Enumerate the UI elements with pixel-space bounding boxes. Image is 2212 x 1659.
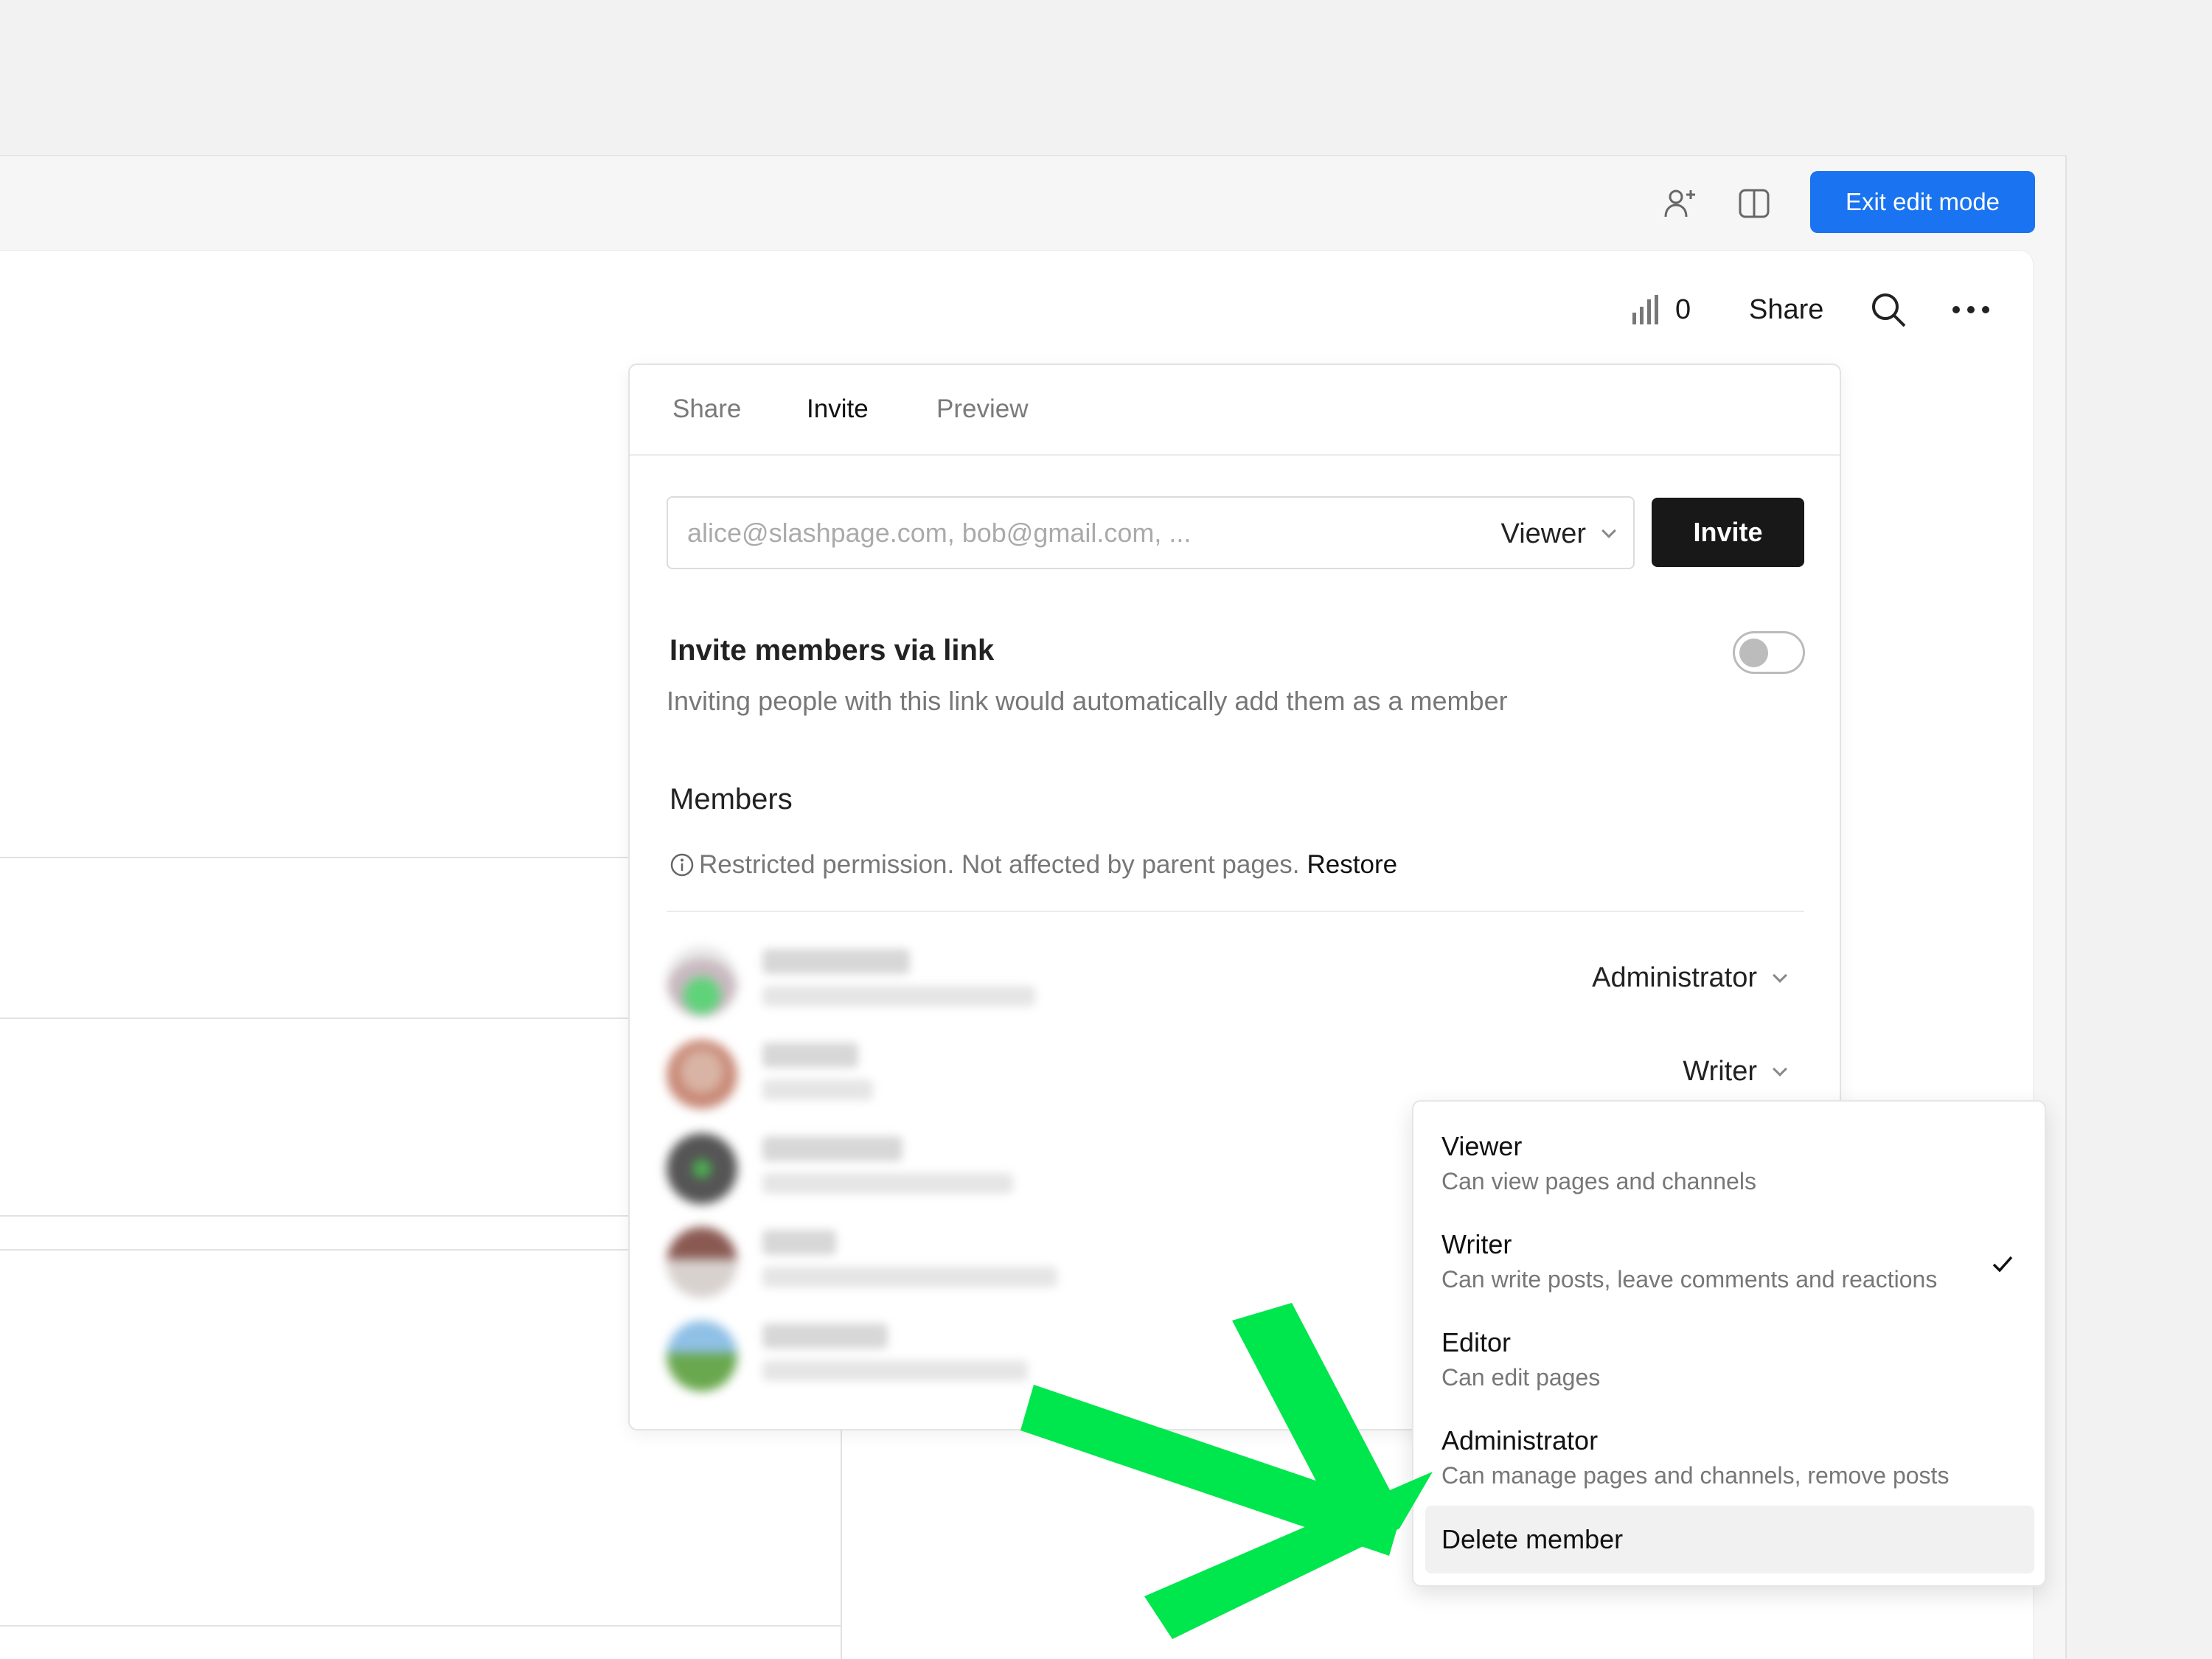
restricted-permission-notice: Restricted permission. Not affected by p… xyxy=(669,850,1397,880)
role-option-description: Can view pages and channels xyxy=(1441,1168,1756,1194)
member-name xyxy=(762,949,910,974)
role-option-description: Can edit pages xyxy=(1441,1364,1601,1391)
stats-icon xyxy=(1632,295,1658,324)
members-title: Members xyxy=(669,783,793,815)
divider xyxy=(0,1249,628,1251)
role-option-editor[interactable]: Editor Can edit pages xyxy=(1413,1327,2045,1423)
divider xyxy=(0,857,628,858)
member-role-select[interactable]: Writer xyxy=(1683,1056,1787,1088)
role-option-title: Writer xyxy=(1441,1229,1512,1259)
info-icon xyxy=(670,853,694,877)
divider xyxy=(0,1625,842,1627)
toggle-knob xyxy=(1739,639,1768,667)
avatar xyxy=(667,1227,737,1298)
avatar xyxy=(667,1040,737,1110)
invite-button[interactable]: Invite xyxy=(1652,498,1804,567)
member-email xyxy=(762,1079,873,1100)
role-option-viewer[interactable]: Viewer Can view pages and channels xyxy=(1413,1131,2045,1227)
invite-via-link-title: Invite members via link xyxy=(669,634,995,667)
tab-invite[interactable]: Invite xyxy=(807,394,869,424)
member-role-value: Writer xyxy=(1683,1056,1757,1087)
divider xyxy=(0,1215,628,1217)
chevron-down-icon xyxy=(1601,524,1616,538)
invite-via-link-toggle[interactable] xyxy=(1733,631,1805,674)
divider xyxy=(841,1430,842,1659)
more-icon[interactable] xyxy=(1950,288,1992,332)
role-option-title: Viewer xyxy=(1441,1131,1523,1161)
role-dropdown-menu: Viewer Can view pages and channels Write… xyxy=(1412,1100,2046,1587)
role-option-title: Administrator xyxy=(1441,1425,1599,1455)
tab-share[interactable]: Share xyxy=(672,394,741,424)
member-email xyxy=(762,1360,1028,1381)
invite-email-input[interactable] xyxy=(687,512,1351,554)
members-divider xyxy=(667,911,1804,912)
member-name xyxy=(762,1230,836,1255)
search-icon[interactable] xyxy=(1869,288,1907,332)
member-name xyxy=(762,1043,858,1068)
invite-via-link-description: Inviting people with this link would aut… xyxy=(667,686,1508,716)
member-role-value: Administrator xyxy=(1592,962,1757,993)
member-row: Administrator xyxy=(667,940,1804,1021)
member-email xyxy=(762,1267,1057,1287)
restricted-text: Restricted permission. Not affected by p… xyxy=(699,850,1300,879)
avatar xyxy=(667,1133,737,1204)
exit-edit-mode-button[interactable]: Exit edit mode xyxy=(1810,171,2035,233)
view-stats[interactable]: 0 xyxy=(1630,288,1691,332)
member-name xyxy=(762,1136,902,1161)
invite-field: Viewer xyxy=(667,496,1635,569)
tab-preview[interactable]: Preview xyxy=(936,394,1028,424)
chevron-down-icon xyxy=(1773,1061,1787,1077)
restore-link[interactable]: Restore xyxy=(1307,850,1398,880)
split-view-icon[interactable] xyxy=(1735,184,1773,223)
checkmark-icon xyxy=(1992,1256,2013,1273)
role-option-description: Can write posts, leave comments and reac… xyxy=(1441,1266,1938,1293)
invite-role-value: Viewer xyxy=(1500,518,1586,549)
avatar xyxy=(667,946,737,1017)
chevron-down-icon xyxy=(1773,967,1787,983)
delete-member-option[interactable]: Delete member xyxy=(1425,1506,2034,1573)
add-person-icon[interactable] xyxy=(1661,184,1700,223)
panel-tabs: Share Invite Preview xyxy=(630,365,1840,456)
share-button[interactable]: Share xyxy=(1749,288,1823,332)
member-name xyxy=(762,1324,888,1349)
invite-role-select[interactable]: Viewer xyxy=(1500,514,1616,554)
divider xyxy=(0,1018,628,1019)
view-count: 0 xyxy=(1675,293,1691,325)
member-role-select[interactable]: Administrator xyxy=(1592,962,1787,994)
role-option-description: Can manage pages and channels, remove po… xyxy=(1441,1462,1950,1489)
avatar xyxy=(667,1321,737,1391)
role-option-writer[interactable]: Writer Can write posts, leave comments a… xyxy=(1413,1229,2045,1325)
member-email xyxy=(762,986,1035,1006)
role-option-title: Editor xyxy=(1441,1327,1512,1357)
member-email xyxy=(762,1173,1013,1194)
